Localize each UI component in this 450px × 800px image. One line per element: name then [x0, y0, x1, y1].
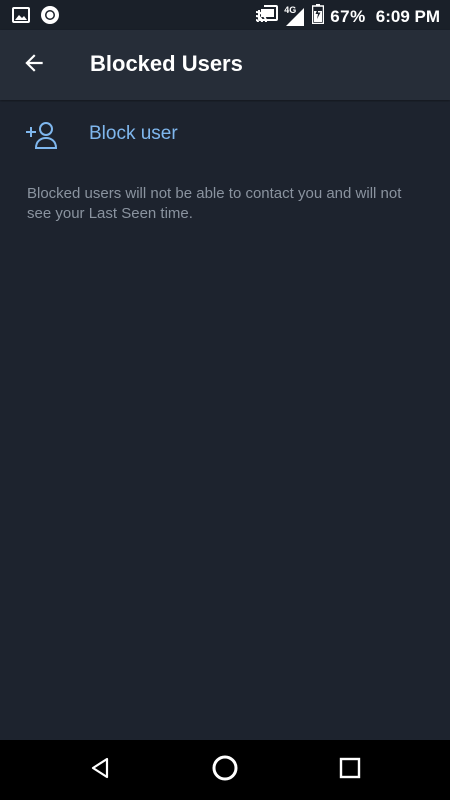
nav-recents-button[interactable] — [330, 750, 370, 790]
navigation-bar — [0, 740, 450, 800]
nav-back-icon — [88, 756, 112, 785]
cast-icon — [256, 5, 279, 28]
nav-home-button[interactable] — [205, 750, 245, 790]
network-label: 4G — [284, 4, 297, 15]
app-bar: Blocked Users — [0, 30, 450, 100]
status-right: 4G 67% 6:09 PM — [256, 4, 440, 29]
screen: 4G 67% 6:09 PM Blocked Users Block user … — [0, 0, 450, 800]
signal-icon: 4G — [284, 4, 306, 27]
nav-home-icon — [210, 753, 240, 788]
nav-recents-icon — [338, 756, 362, 785]
block-user-label: Block user — [89, 123, 178, 144]
info-text: Blocked users will not be able to contac… — [27, 185, 402, 222]
battery-percent: 67% — [330, 6, 366, 26]
record-icon — [40, 5, 60, 30]
image-icon — [12, 6, 30, 29]
nav-back-button[interactable] — [80, 750, 120, 790]
status-left — [12, 5, 60, 30]
info-section: Blocked users will not be able to contac… — [0, 166, 450, 246]
page-title: Blocked Users — [90, 51, 243, 76]
arrow-left-icon — [21, 50, 47, 81]
battery-icon — [311, 4, 325, 29]
status-bar: 4G 67% 6:09 PM — [0, 0, 450, 30]
status-time: 6:09 PM — [375, 6, 440, 26]
block-user-button[interactable]: Block user — [0, 102, 450, 166]
back-button[interactable] — [14, 45, 54, 85]
add-user-icon — [24, 120, 60, 150]
